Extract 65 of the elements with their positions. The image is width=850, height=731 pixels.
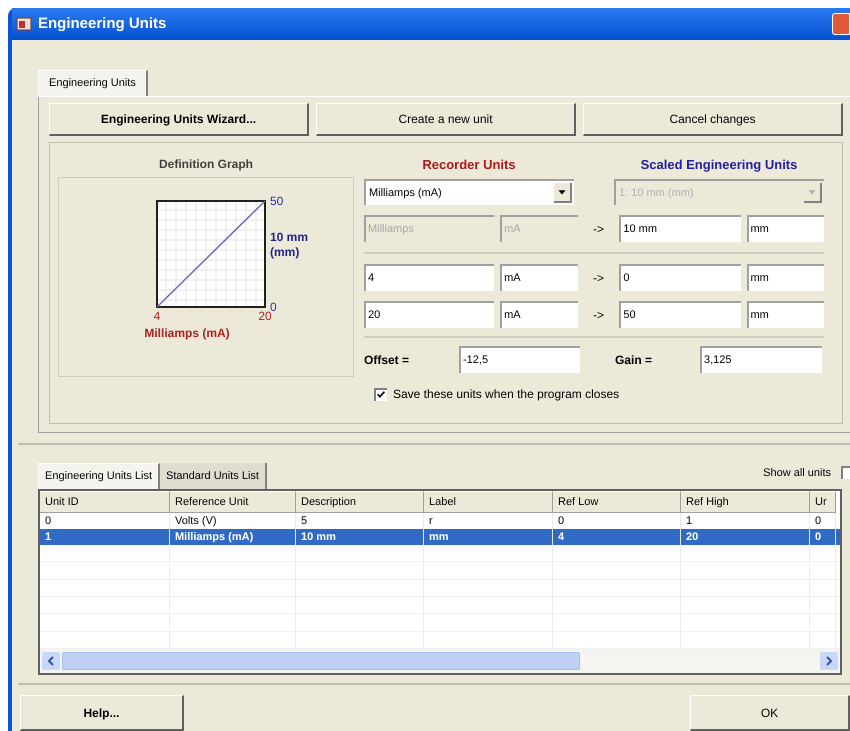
input-field[interactable]: 50 xyxy=(619,301,741,328)
chevron-left-icon xyxy=(47,656,55,666)
app-icon xyxy=(16,16,32,32)
table-cell: 10 mm xyxy=(296,529,424,545)
input-field[interactable]: 3,125 xyxy=(700,346,822,373)
y-tick-label: 0 xyxy=(270,300,277,314)
checkbox[interactable] xyxy=(374,388,387,400)
graph-title: Definition Graph xyxy=(159,156,253,173)
column-header[interactable]: Ur xyxy=(810,491,836,513)
column-header[interactable]: Label xyxy=(424,491,553,513)
tab[interactable]: Engineering Units List xyxy=(38,463,160,489)
input-field[interactable]: mm xyxy=(746,264,824,291)
input-field[interactable]: mm xyxy=(746,301,824,328)
checkbox-label: Show all units xyxy=(763,466,831,480)
column-header[interactable]: Description xyxy=(296,491,424,513)
section-heading: Scaled Engineering Units xyxy=(640,156,798,174)
table-cell: Milliamps (mA) xyxy=(170,529,296,545)
input-field[interactable]: 0 xyxy=(619,264,741,291)
table-cell: 1 xyxy=(40,529,170,545)
x-tick-label: 20 xyxy=(258,309,272,324)
table-row[interactable]: 1 Milliamps (mA) 10 mm mm 4 20 0 xyxy=(40,529,840,545)
window-title: Engineering Units xyxy=(38,14,166,34)
toolbar-button[interactable]: Cancel changes xyxy=(583,103,843,136)
dialog-button[interactable]: OK xyxy=(690,695,850,731)
section-heading: Recorder Units xyxy=(421,156,517,174)
tab[interactable]: Standard Units List xyxy=(160,463,267,489)
horizontal-scrollbar[interactable] xyxy=(40,649,840,673)
input-field[interactable]: 10 mm xyxy=(619,215,741,242)
input-field[interactable]: mm xyxy=(746,215,824,242)
scroll-left-button[interactable] xyxy=(42,652,60,670)
toolbar-button[interactable]: Create a new unit xyxy=(316,103,576,136)
input-field[interactable]: mA xyxy=(500,264,578,291)
dropdown[interactable]: Milliamps (mA) xyxy=(364,179,574,205)
table-cell: 20 xyxy=(681,529,810,545)
input-field[interactable]: mA xyxy=(500,301,578,328)
offset-label: Offset = xyxy=(364,352,410,368)
column-header[interactable]: Unit ID xyxy=(40,491,170,513)
input-field[interactable]: -12,5 xyxy=(459,346,580,373)
x-tick-label: 4 xyxy=(154,308,160,324)
x-axis-label: Milliamps (mA) xyxy=(144,325,230,342)
arrow-label: -> xyxy=(592,306,605,324)
caret-icon xyxy=(554,183,572,203)
dialog-button[interactable]: Help... xyxy=(20,695,184,731)
column-header[interactable]: Ref Low xyxy=(553,491,681,513)
caret-icon xyxy=(804,183,822,203)
arrow-label: -> xyxy=(592,270,605,286)
checkbox-label: Save these units when the program closes xyxy=(393,386,620,403)
y-tick-label: 50 xyxy=(270,194,284,208)
table-cell: 0 xyxy=(810,529,836,545)
column-header[interactable]: Ref High xyxy=(681,491,810,513)
chevron-right-icon xyxy=(825,656,833,666)
table-cell: 4 xyxy=(553,529,681,545)
table-cell: mm xyxy=(424,529,553,545)
toolbar-button[interactable]: Engineering Units Wizard... xyxy=(49,103,309,136)
scroll-right-button[interactable] xyxy=(820,652,838,670)
y-axis-label: 10 mm (mm) xyxy=(270,230,310,260)
column-header[interactable]: Reference Unit xyxy=(170,491,296,513)
checkbox[interactable] xyxy=(841,466,850,480)
input-field[interactable]: 4 xyxy=(364,264,494,291)
close-button[interactable] xyxy=(832,13,850,35)
gain-label: Gain = xyxy=(615,352,654,368)
scroll-thumb[interactable] xyxy=(62,652,580,670)
arrow-label: -> xyxy=(592,220,605,238)
tab[interactable]: Engineering Units xyxy=(38,70,148,96)
input-field[interactable]: 20 xyxy=(364,301,494,328)
